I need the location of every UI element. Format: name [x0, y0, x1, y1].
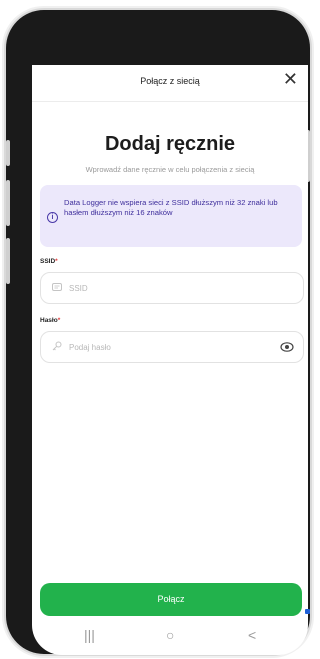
side-button — [6, 238, 10, 284]
info-banner: i Data Logger nie wspiera sieci z SSID d… — [40, 185, 302, 247]
app-screen: Połącz z siecią ✕ Dodaj ręcznie Wprowadź… — [32, 65, 308, 655]
subtitle: Wprowadź dane ręcznie w celu połączenia … — [85, 165, 255, 174]
required-mark: * — [57, 317, 61, 324]
ssid-input[interactable] — [69, 273, 269, 303]
password-input[interactable] — [69, 332, 269, 362]
password-field[interactable] — [40, 331, 304, 363]
info-icon: i — [47, 212, 58, 223]
password-label-text: Hasło — [40, 317, 58, 324]
ssid-field[interactable] — [40, 272, 304, 304]
heading: Dodaj ręcznie — [104, 133, 236, 155]
close-icon[interactable]: ✕ — [283, 69, 298, 90]
password-label: Hasło* — [40, 317, 60, 324]
home-icon[interactable]: ○ — [166, 627, 174, 643]
ssid-label-text: SSID — [40, 258, 56, 265]
side-button — [6, 180, 10, 226]
connect-button[interactable]: Połącz — [40, 583, 302, 616]
key-icon — [52, 341, 62, 351]
indicator-dot — [305, 609, 310, 614]
top-bar: Połącz z siecią ✕ — [32, 65, 308, 102]
page-title: Połącz z siecią — [140, 76, 200, 86]
wifi-box-icon — [52, 283, 62, 291]
required-mark: * — [55, 258, 58, 265]
system-nav-bar: ||| ○ < — [32, 619, 308, 655]
back-icon[interactable]: < — [248, 627, 256, 643]
show-password-icon[interactable] — [280, 341, 294, 353]
side-button — [6, 140, 10, 166]
recent-apps-icon[interactable]: ||| — [84, 627, 95, 643]
info-text: Data Logger nie wspiera sieci z SSID dłu… — [64, 198, 278, 217]
ssid-label: SSID* — [40, 258, 58, 265]
